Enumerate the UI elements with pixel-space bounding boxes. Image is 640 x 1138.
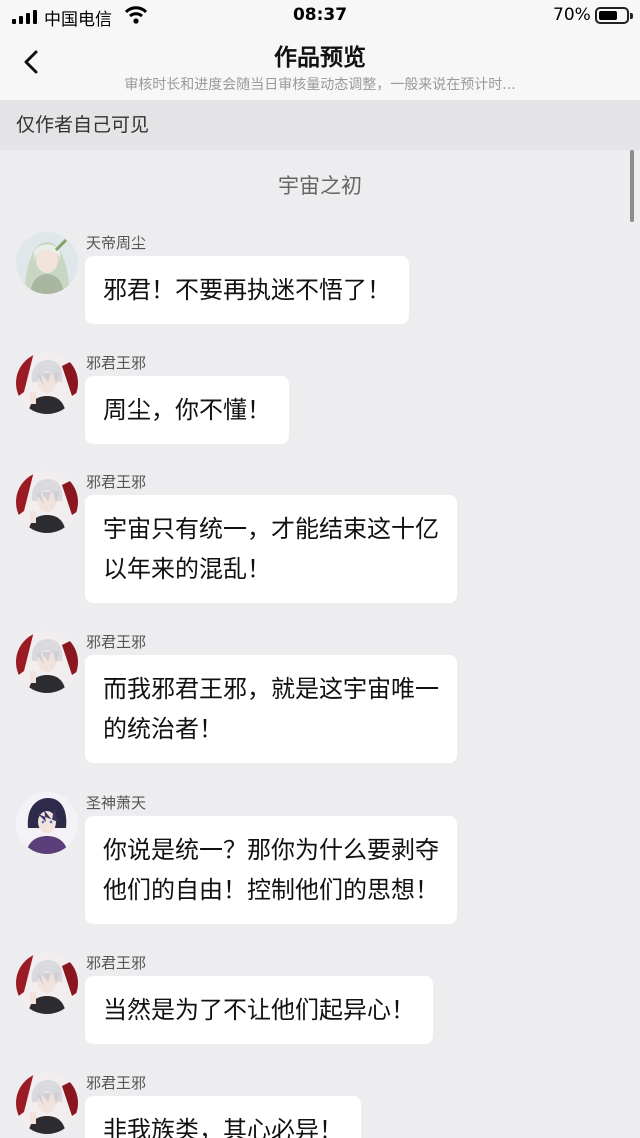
message-bubble[interactable]: 而我邪君王邪，就是这宇宙唯一 的统治者！ <box>85 655 457 763</box>
sender-name: 邪君王邪 <box>86 473 147 491</box>
message-text: 当然是为了不让他们起异心！ <box>103 996 415 1024</box>
visibility-notice: 仅作者自己可见 <box>0 100 640 150</box>
navigation-bar: 作品预览 审核时长和进度会随当日审核量动态调整，一般来说在预计时... <box>0 32 640 100</box>
message-bubble[interactable]: 你说是统一？那你为什么要剥夺 他们的自由！控制他们的思想！ <box>85 816 457 924</box>
chat-title: 宇宙之初 <box>278 174 362 198</box>
message-text: 你说是统一？那你为什么要剥夺 <box>103 836 439 864</box>
page-title: 作品预览 <box>274 45 366 71</box>
sender-name: 邪君王邪 <box>86 954 147 972</box>
sender-name: 邪君王邪 <box>86 1074 147 1092</box>
message-text: 他们的自由！控制他们的思想！ <box>103 876 439 904</box>
message-bubble[interactable]: 宇宙只有统一，才能结束这十亿 以年来的混乱！ <box>85 495 457 603</box>
message-text: 而我邪君王邪，就是这宇宙唯一 <box>103 675 439 703</box>
xiejun-avatar[interactable] <box>16 631 78 693</box>
xiejun-avatar[interactable] <box>16 352 78 414</box>
message-bubble[interactable]: 非我族类，其心必异！ <box>85 1096 361 1138</box>
message-bubble[interactable]: 周尘，你不懂！ <box>85 376 289 444</box>
message-text: 周尘，你不懂！ <box>103 396 271 424</box>
xiejun-avatar[interactable] <box>16 952 78 1014</box>
message-text: 宇宙只有统一，才能结束这十亿 <box>103 515 439 543</box>
zhouchen-avatar[interactable] <box>16 232 78 294</box>
message-text: 以年来的混乱！ <box>103 555 271 583</box>
review-notice: 审核时长和进度会随当日审核量动态调整，一般来说在预计时... <box>124 77 516 93</box>
xiejun-avatar[interactable] <box>16 471 78 533</box>
message-text: 非我族类，其心必异！ <box>103 1116 343 1138</box>
sender-name: 圣神萧天 <box>86 794 147 812</box>
sender-name: 邪君王邪 <box>86 633 147 651</box>
message-bubble[interactable]: 当然是为了不让他们起异心！ <box>85 976 433 1044</box>
sender-name: 天帝周尘 <box>86 234 147 252</box>
battery-icon <box>595 7 633 24</box>
xiaotian-avatar[interactable] <box>16 792 78 854</box>
message-text: 的统治者！ <box>103 715 223 743</box>
status-bar: 中国电信 08:37 70% <box>0 0 640 32</box>
xiejun-avatar[interactable] <box>16 1072 78 1134</box>
battery-percentage: 70% <box>553 5 591 25</box>
sender-name: 邪君王邪 <box>86 354 147 372</box>
message-bubble[interactable]: 邪君！不要再执迷不悟了！ <box>85 256 409 324</box>
clock: 08:37 <box>292 5 348 25</box>
message-text: 邪君！不要再执迷不悟了！ <box>103 276 391 304</box>
chat-area[interactable]: 宇宙之初 天帝周尘 邪君！不要再执迷不悟了！ 邪君王邪 周尘，你不懂！ 邪君王邪 宇宙只有… <box>0 150 640 1138</box>
